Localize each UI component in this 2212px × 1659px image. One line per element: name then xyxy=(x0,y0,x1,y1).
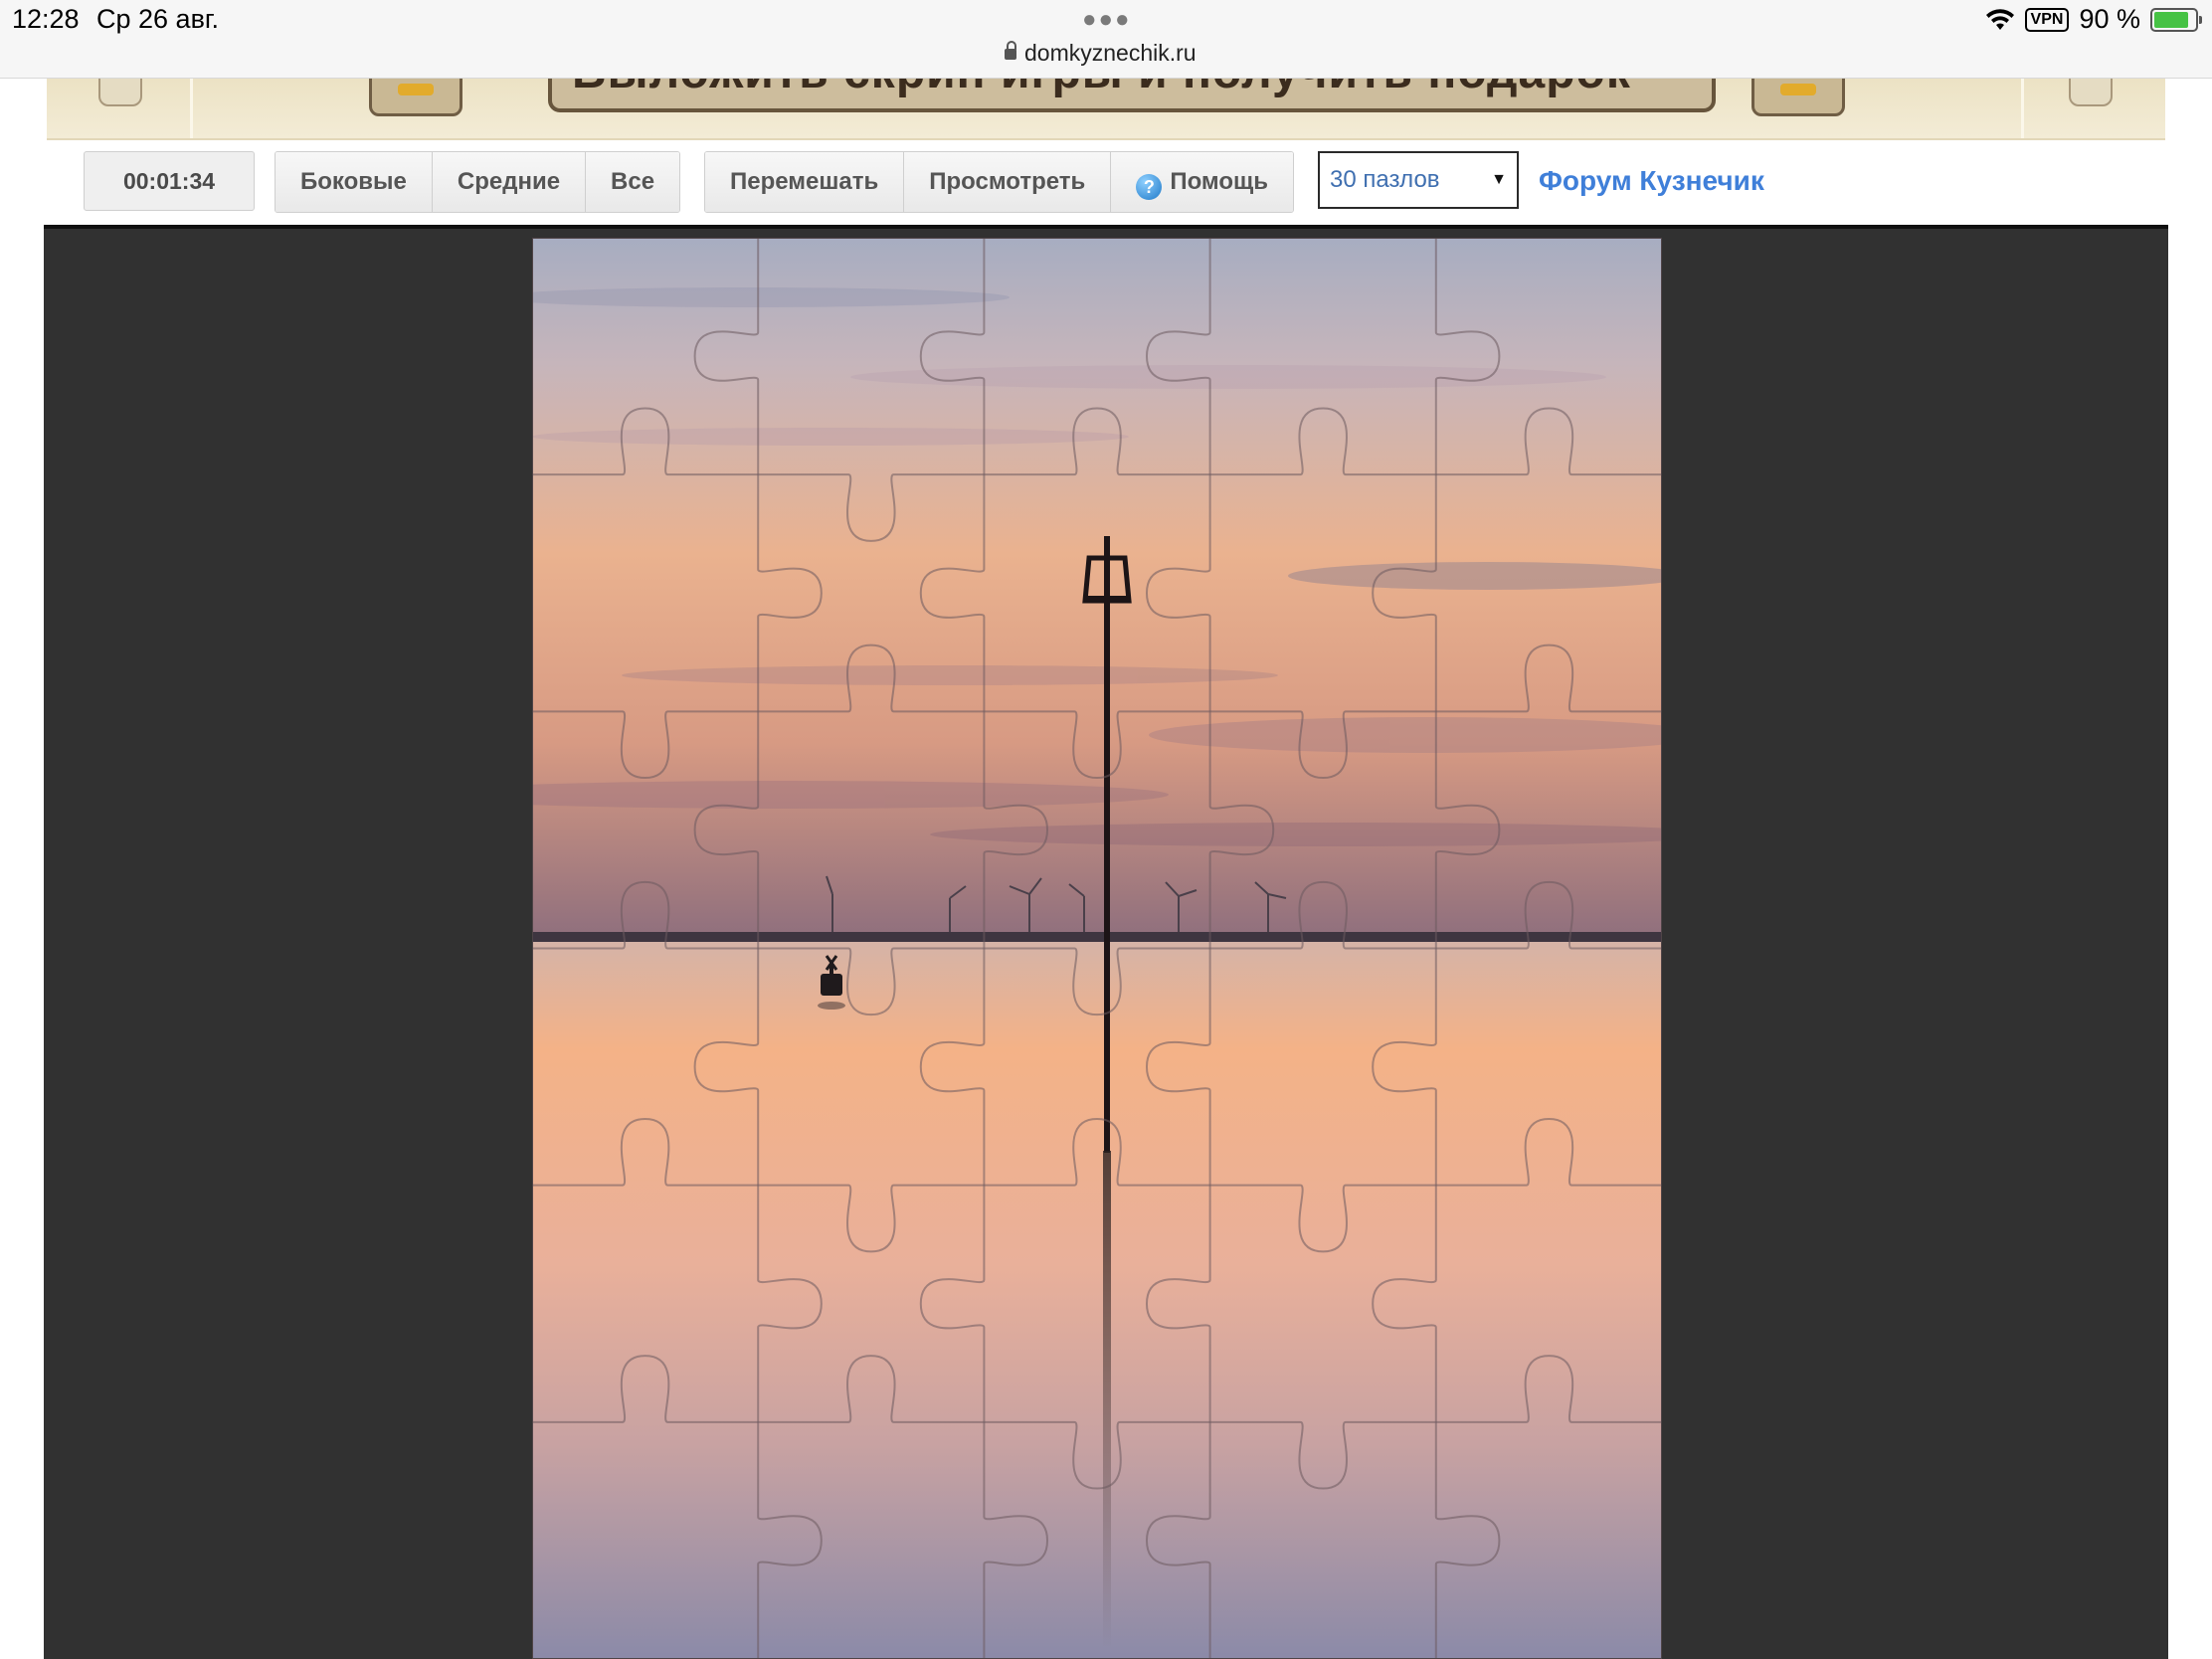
edge-pieces-button[interactable]: Боковые xyxy=(276,152,433,212)
banner-divider xyxy=(2021,79,2024,138)
banner-text: Выложить скрин игры и получить подарок xyxy=(572,79,1631,99)
help-button[interactable]: ? Помощь xyxy=(1111,152,1294,212)
promo-banner[interactable]: Выложить скрин игры и получить подарок xyxy=(47,79,2165,140)
vpn-badge: VPN xyxy=(2024,7,2070,32)
url-text: domkyznechik.ru xyxy=(1024,40,1197,66)
middle-pieces-button[interactable]: Средние xyxy=(432,152,587,212)
action-button-group: Перемешать Просмотреть ? Помощь xyxy=(704,151,1295,213)
banner-pill[interactable]: Выложить скрин игры и получить подарок xyxy=(548,79,1716,112)
lock-icon xyxy=(1005,41,1016,60)
battery-text: 90 % xyxy=(2079,4,2140,34)
filter-button-group: Боковые Средние Все xyxy=(275,151,681,213)
dropdown-arrow-icon: ▼ xyxy=(1491,171,1507,188)
status-date: Ср 26 авг. xyxy=(96,4,219,34)
address-bar[interactable]: domkyznechik.ru xyxy=(1005,40,1197,67)
banner-tab-right xyxy=(2069,79,2113,106)
shuffle-button[interactable]: Перемешать xyxy=(705,152,905,212)
horizon-land xyxy=(532,932,1662,942)
all-pieces-button[interactable]: Все xyxy=(586,152,680,212)
status-bar: 12:28 Ср 26 авг. ●●● domkyznechik.ru VPN… xyxy=(0,0,2212,79)
puzzle-svg[interactable] xyxy=(532,238,1662,1659)
game-timer: 00:01:34 xyxy=(84,151,255,211)
help-icon: ? xyxy=(1136,174,1163,200)
banner-divider xyxy=(190,79,193,138)
wifi-icon xyxy=(1985,8,2014,30)
gift-icon xyxy=(1751,79,1845,116)
preview-button[interactable]: Просмотреть xyxy=(904,152,1112,212)
battery-fill xyxy=(2154,11,2189,28)
piece-count-value: 30 пазлов xyxy=(1330,166,1440,193)
battery-icon xyxy=(2150,7,2202,32)
puzzle-image[interactable] xyxy=(532,238,1662,1659)
help-label: Помощь xyxy=(1170,168,1269,195)
status-right: VPN 90 % xyxy=(1985,4,2202,35)
gift-icon xyxy=(369,79,462,116)
piece-count-select[interactable]: 30 пазлов ▼ xyxy=(1318,151,1519,209)
forum-link[interactable]: Форум Кузнечик xyxy=(1539,165,1764,197)
banner-tab-left xyxy=(98,79,142,106)
more-dots-icon[interactable]: ●●● xyxy=(1082,6,1132,34)
status-time: 12:28 xyxy=(12,4,80,34)
